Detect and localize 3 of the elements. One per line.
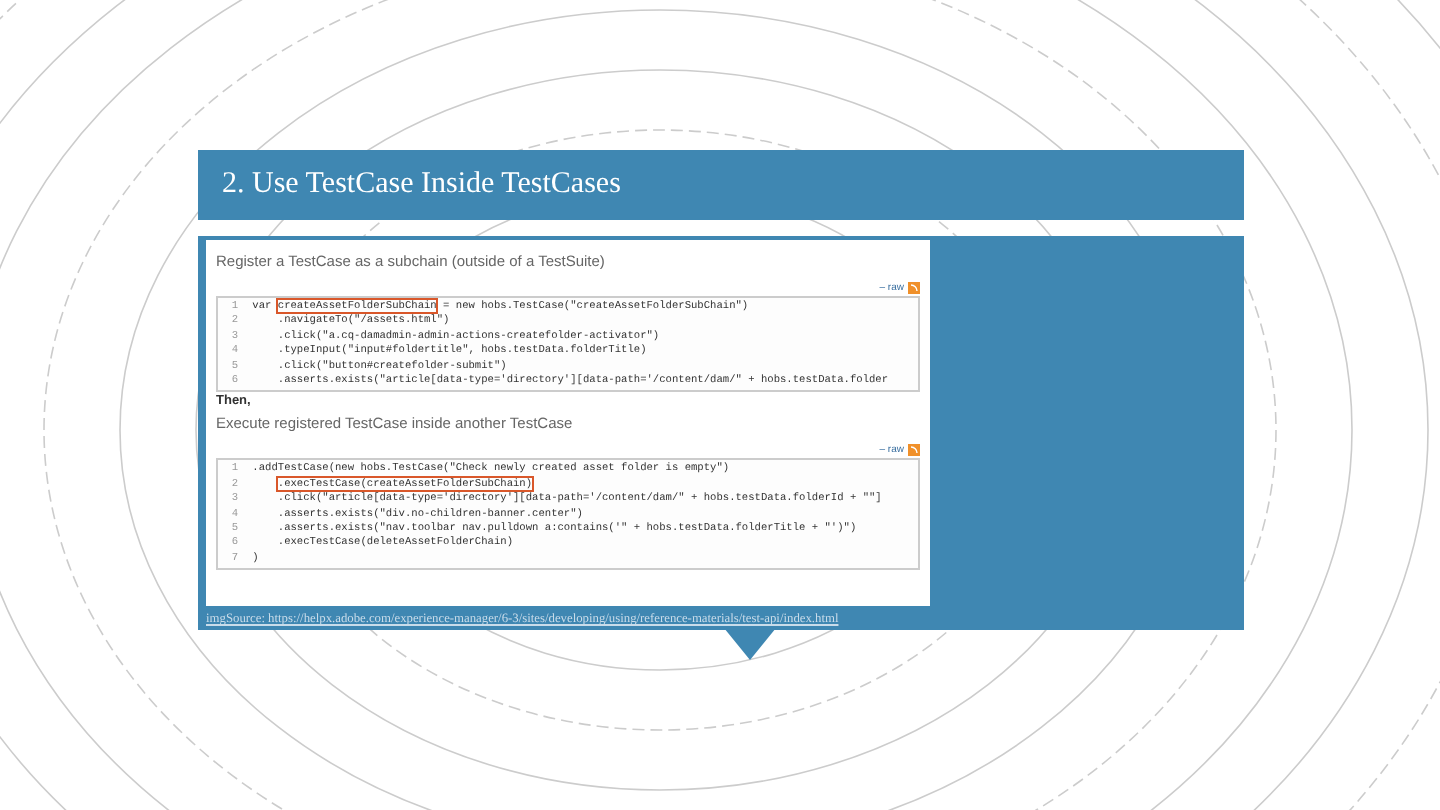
feed-icon[interactable] xyxy=(908,444,920,457)
slide-title: 2. Use TestCase Inside TestCases xyxy=(198,150,1244,220)
feed-icon[interactable] xyxy=(908,282,920,294)
